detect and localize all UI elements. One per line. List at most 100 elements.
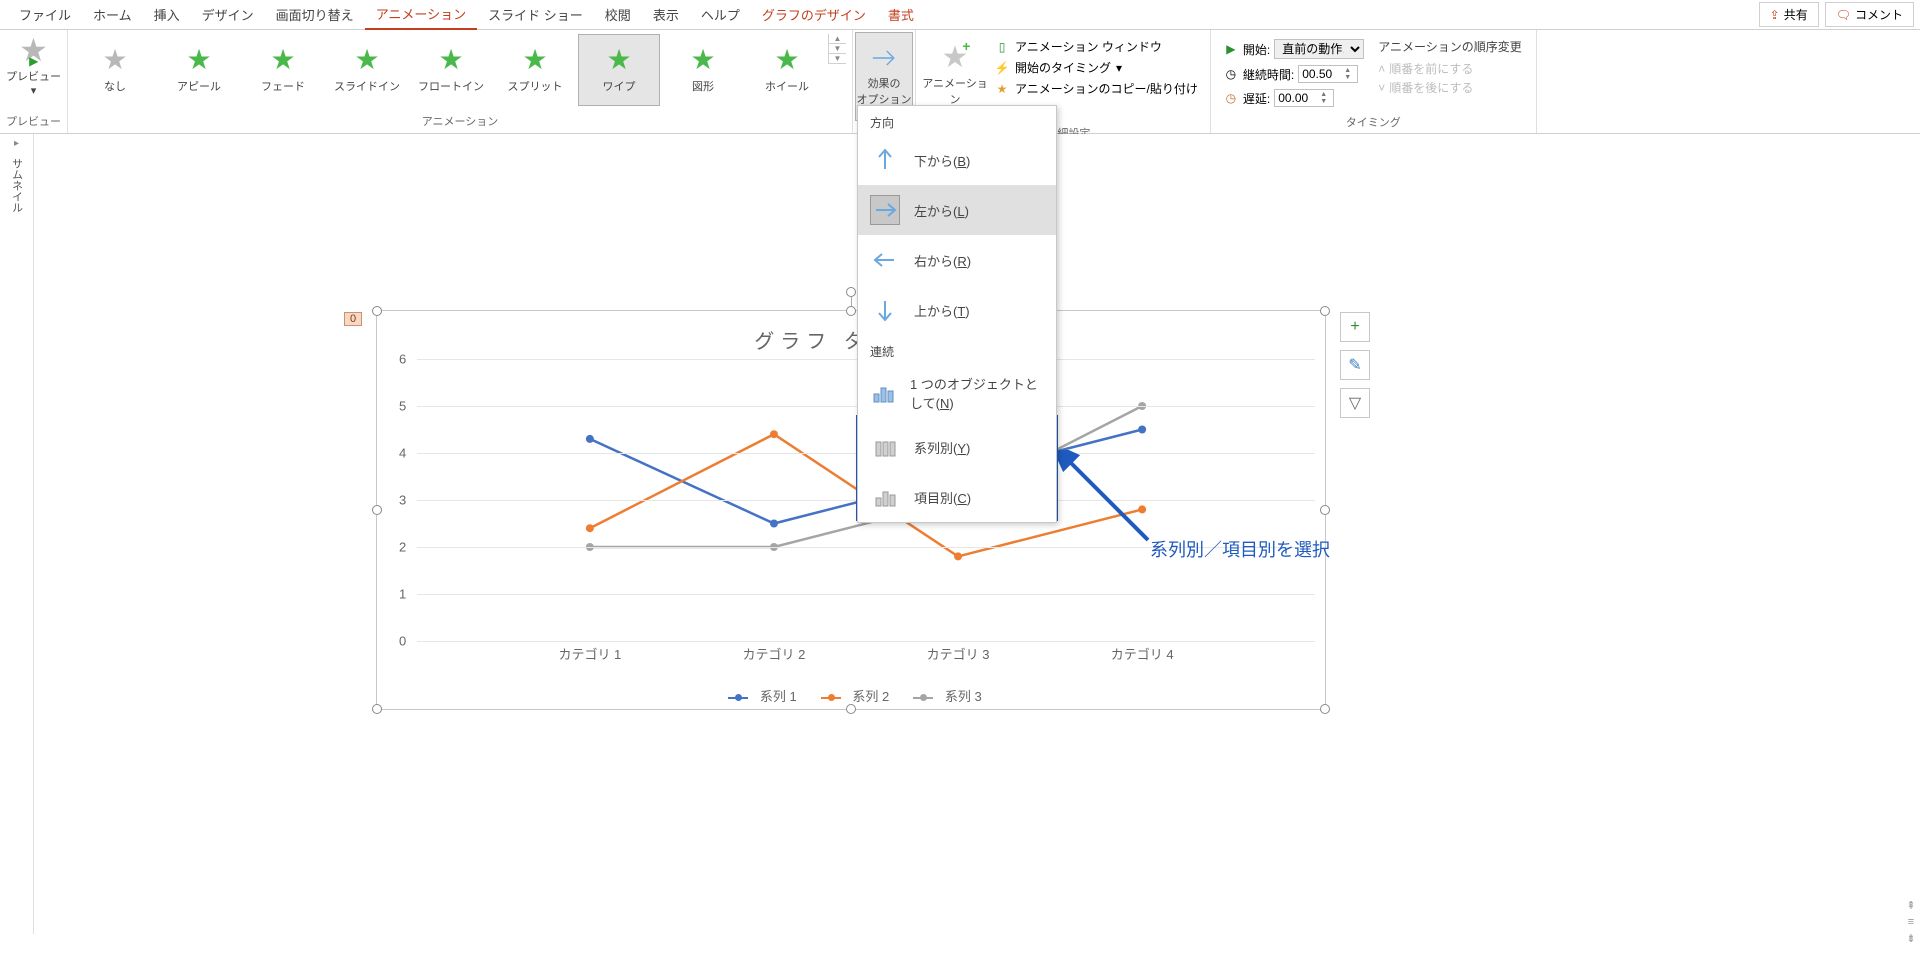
chart-elements-button[interactable]: + — [1340, 312, 1370, 342]
menubar-tab[interactable]: 挿入 — [143, 0, 191, 30]
x-tick-label: カテゴリ 3 — [927, 644, 990, 663]
menubar-tab[interactable]: ヘルプ — [690, 0, 751, 30]
star-icon: ★ — [994, 81, 1010, 97]
gallery-item-label: 図形 — [692, 78, 714, 94]
menubar-tab[interactable]: 校閲 — [594, 0, 642, 30]
gallery-scroll-down[interactable]: ▼ — [829, 44, 846, 54]
gallery-item[interactable]: ★なし — [74, 34, 156, 106]
y-tick-label: 6 — [399, 352, 406, 367]
y-tick-label: 1 — [399, 587, 406, 602]
gallery-item[interactable]: ★ホイール — [746, 34, 828, 106]
gallery-scrollbar[interactable]: ▲ ▼ ▼ — [828, 34, 846, 64]
menubar-tab[interactable]: スライド ショー — [477, 0, 594, 30]
preview-button[interactable]: ★ ▶ プレビュー ▾ — [6, 34, 61, 97]
bars-icon — [870, 432, 900, 462]
start-label: 開始: — [1243, 41, 1270, 58]
gallery-item-label: なし — [104, 78, 126, 94]
gallery-item[interactable]: ★スライドイン — [326, 34, 408, 106]
menubar-tab[interactable]: 書式 — [877, 0, 925, 30]
dropdown-direction-item[interactable]: 上から(T) — [858, 285, 1056, 335]
resize-handle[interactable] — [1320, 306, 1330, 316]
animation-gallery[interactable]: ★なし★アピール★フェード★スライドイン★フロートイン★スプリット★ワイプ★図形… — [74, 34, 828, 106]
dropdown-sequence-item[interactable]: 項目別(C) — [858, 472, 1056, 522]
menubar-tab[interactable]: 画面切り替え — [265, 0, 365, 30]
duration-spinner[interactable]: ▲▼ — [1298, 65, 1358, 83]
dropdown-sequence-item[interactable]: 1 つのオブジェクトとして(N) — [858, 364, 1056, 422]
gallery-item-label: フェード — [261, 78, 305, 94]
menubar-tab[interactable]: ホーム — [82, 0, 143, 30]
star-icon: ★ — [606, 46, 631, 74]
chart-object[interactable]: グラフ タイトル 0123456カテゴリ 1カテゴリ 2カテゴリ 3カテゴリ 4… — [376, 310, 1326, 710]
fit-down-icon[interactable]: ⇟ — [1906, 932, 1915, 945]
resize-handle[interactable] — [372, 704, 382, 714]
gallery-item[interactable]: ★ワイプ — [578, 34, 660, 106]
gallery-item[interactable]: ★アピール — [158, 34, 240, 106]
star-icon: ★ — [354, 46, 379, 74]
dropdown-direction-item[interactable]: 下から(B) — [858, 135, 1056, 185]
lightning-icon: ⚡ — [994, 60, 1010, 76]
fit-mid-icon[interactable]: ≡ — [1908, 916, 1914, 928]
resize-handle[interactable] — [846, 704, 856, 714]
legend-entry: 系列 1 — [720, 689, 796, 704]
share-button[interactable]: ⇪共有 — [1759, 2, 1819, 27]
animation-painter-button[interactable]: ★アニメーションのコピー/貼り付け — [994, 80, 1198, 97]
resize-handle[interactable] — [372, 306, 382, 316]
resize-handle[interactable] — [372, 505, 382, 515]
move-later-button: ˅順番を後にする — [1378, 78, 1522, 97]
chart-styles-button[interactable]: ✎ — [1340, 350, 1370, 380]
arrow-icon — [870, 145, 900, 175]
gallery-scroll-up[interactable]: ▲ — [829, 34, 846, 44]
dropdown-direction-item[interactable]: 右から(R) — [858, 235, 1056, 285]
clock-icon: ◷ — [1223, 66, 1239, 82]
annotation-arrow — [1058, 450, 1158, 550]
menubar-tab[interactable]: グラフのデザイン — [751, 0, 877, 30]
group-label-animation: アニメーション — [68, 111, 852, 133]
thumbnail-rail[interactable]: ▸ サムネイル — [0, 134, 34, 934]
trigger-button[interactable]: ⚡開始のタイミング ▾ — [994, 59, 1198, 76]
plus-icon: + — [1350, 318, 1359, 336]
delay-label: 遅延: — [1243, 90, 1270, 107]
dropdown-item-label: 1 つのオブジェクトとして(N) — [910, 374, 1044, 412]
x-tick-label: カテゴリ 1 — [558, 644, 621, 663]
resize-handle[interactable] — [846, 306, 856, 316]
resize-handle[interactable] — [1320, 505, 1330, 515]
menubar-tab[interactable]: デザイン — [191, 0, 265, 30]
chevron-down-icon: ˅ — [1378, 81, 1385, 95]
star-icon: ★ — [438, 46, 463, 74]
star-plus-icon: ★+ — [942, 40, 969, 75]
y-tick-label: 0 — [399, 634, 406, 649]
arrow-right-icon — [867, 41, 901, 75]
delay-spinner[interactable]: ▲▼ — [1274, 89, 1334, 107]
y-tick-label: 3 — [399, 493, 406, 508]
gallery-item-label: ホイール — [765, 78, 809, 94]
gallery-item[interactable]: ★フェード — [242, 34, 324, 106]
rotate-handle[interactable] — [846, 287, 856, 297]
animation-pane-button[interactable]: ▯アニメーション ウィンドウ — [994, 38, 1198, 55]
gallery-item[interactable]: ★図形 — [662, 34, 744, 106]
gallery-item[interactable]: ★フロートイン — [410, 34, 492, 106]
group-label-preview: プレビュー — [0, 111, 67, 133]
gallery-expand[interactable]: ▼ — [829, 54, 846, 64]
group-label-timing: タイミング — [1211, 112, 1536, 134]
duration-label: 継続時間: — [1243, 66, 1294, 83]
chevron-up-icon: ˄ — [1378, 62, 1385, 76]
fit-up-icon[interactable]: ⇞ — [1906, 899, 1915, 912]
animation-order-badge[interactable]: 0 — [344, 312, 362, 326]
chart-filters-button[interactable]: ▽ — [1340, 388, 1370, 418]
dropdown-item-label: 下から(B) — [914, 151, 970, 170]
funnel-icon: ▽ — [1349, 393, 1361, 413]
chart-legend: 系列 1 系列 2 系列 3 — [377, 686, 1325, 705]
menubar-tab[interactable]: アニメーション — [365, 0, 477, 30]
chevron-right-icon: ▸ — [14, 138, 19, 149]
dropdown-sequence-item[interactable]: 系列別(Y) — [858, 422, 1056, 472]
zoom-fit-controls: ⇞ ≡ ⇟ — [1902, 134, 1920, 953]
menubar-tab[interactable]: 表示 — [642, 0, 690, 30]
dropdown-direction-item[interactable]: 左から(L) — [858, 185, 1056, 235]
gallery-item[interactable]: ★スプリット — [494, 34, 576, 106]
dropdown-section-direction: 方向 — [858, 106, 1056, 135]
resize-handle[interactable] — [1320, 704, 1330, 714]
menubar-tab[interactable]: ファイル — [8, 0, 82, 30]
start-select[interactable]: 直前の動作… — [1274, 39, 1364, 59]
comment-button[interactable]: 🗨コメント — [1825, 2, 1914, 27]
move-earlier-button: ˄順番を前にする — [1378, 59, 1522, 78]
